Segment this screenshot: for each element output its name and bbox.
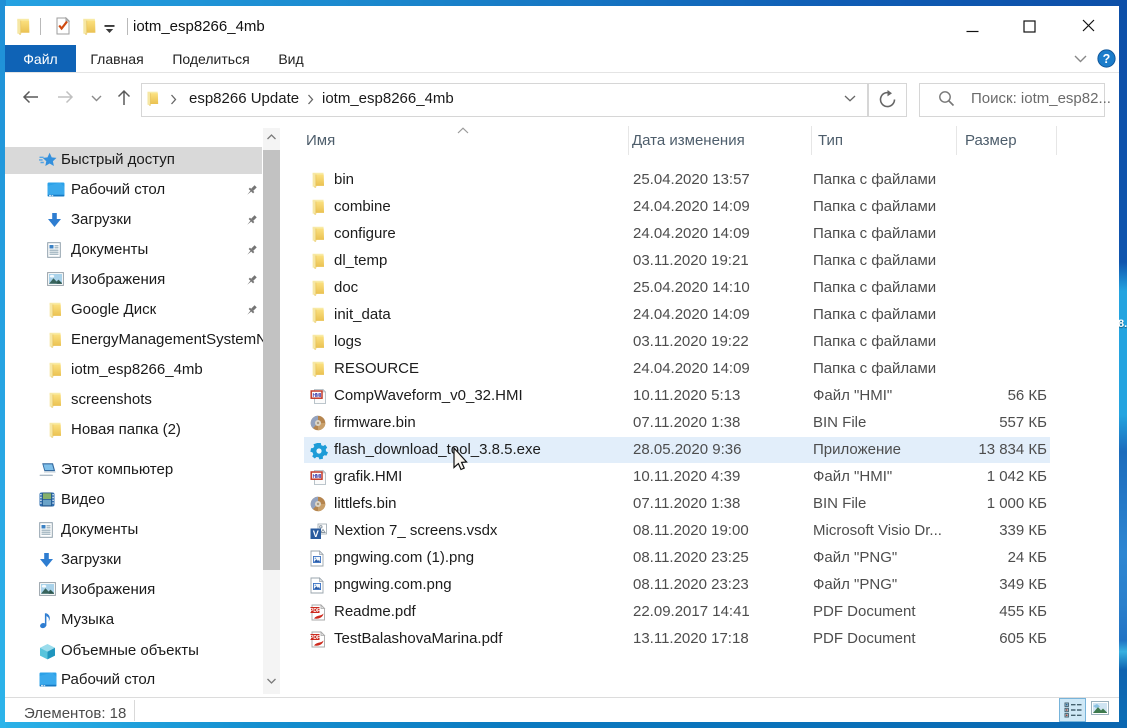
svg-text:PDF: PDF <box>310 635 320 641</box>
svg-text:HMI: HMI <box>312 393 321 399</box>
svg-text:V: V <box>313 529 319 539</box>
svg-text:PDF: PDF <box>310 608 320 614</box>
svg-text:HMI: HMI <box>312 474 321 480</box>
svg-text:?: ? <box>1103 52 1111 66</box>
